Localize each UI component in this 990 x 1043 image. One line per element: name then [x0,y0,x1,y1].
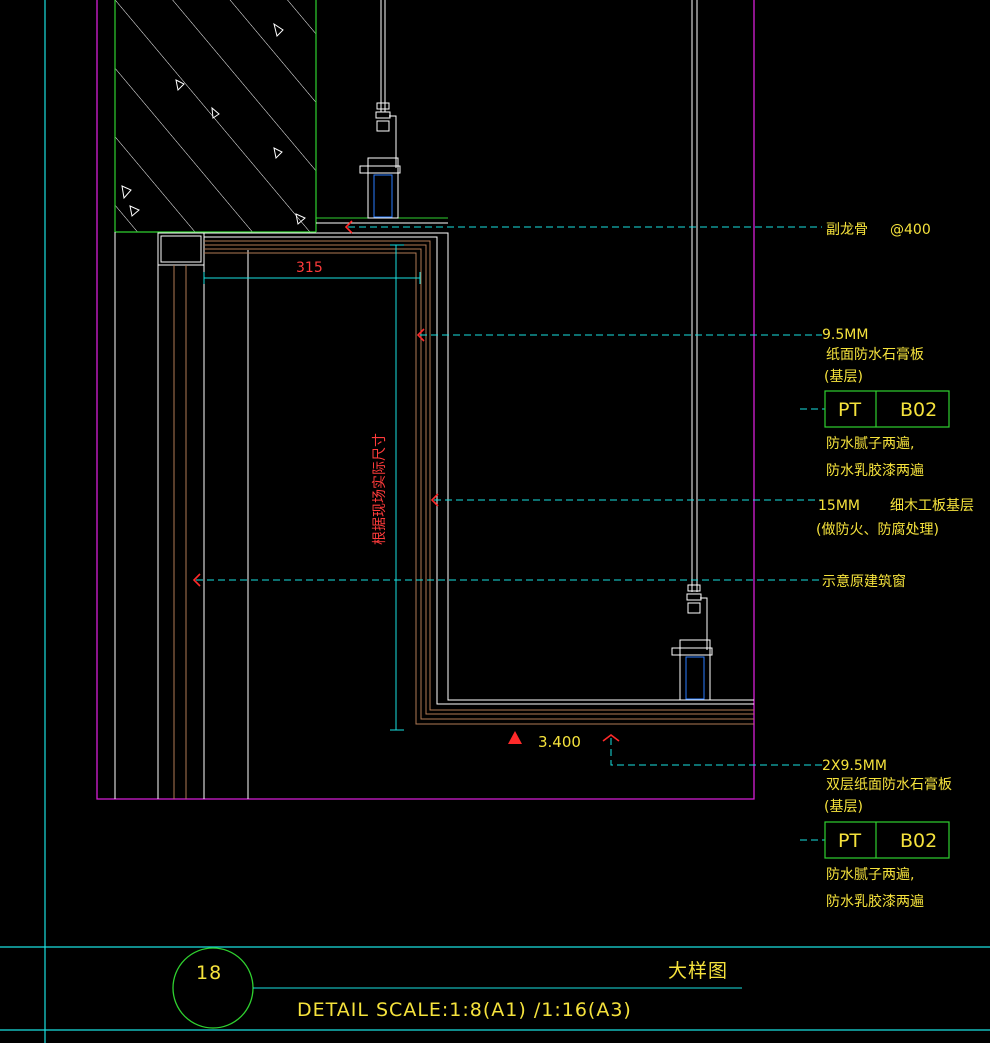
tag1-ref: B02 [900,399,937,421]
board1-thickness: 9.5MM [822,327,868,343]
detail-number-circle [172,947,254,1029]
board1-name: 纸面防水石膏板 [826,346,924,363]
tag1-code: PT [838,399,861,421]
tag2-code: PT [838,830,861,852]
board3-name: 双层纸面防水石膏板 [826,776,952,793]
finish1-line1: 防水腻子两遍, [826,436,914,452]
level-marker-icon [508,731,522,744]
hanger-bracket-upper [359,102,401,219]
detail-number: 18 [196,962,222,984]
hanger-rods [380,0,698,592]
leader-arrowheads [192,220,620,742]
detail-name: 大样图 [668,960,728,982]
board2-name: 细木工板基层 [890,497,974,514]
board2-thickness: 15MM [818,498,860,514]
board1-note: (基层) [824,368,863,385]
cad-drawing: 315 根据现场实际尺寸 3.400 副龙骨 @400 9.5MM 纸面防水石膏… [0,0,990,1043]
window-note: 示意原建筑窗 [822,573,906,590]
board2-note: (做防火、防腐处理) [816,521,939,538]
tag2-ref: B02 [900,830,937,852]
finish2-line1: 防水腻子两遍, [826,867,914,883]
dimension-vertical-label: 根据现场实际尺寸 [372,433,388,545]
secondary-joist-spacing: @400 [890,222,931,238]
board3-thickness: 2X9.5MM [822,758,887,774]
dimension-315-label: 315 [296,260,323,276]
dimension-vertical [390,244,404,731]
hanger-bracket-lower [671,584,713,701]
leader-lines [196,226,825,841]
finish1-line2: 防水乳胶漆两遍 [826,462,924,479]
detail-scale: DETAIL SCALE:1:8(A1) /1:16(A3) [297,999,632,1021]
window-frame [114,232,249,799]
board3-note: (基层) [824,798,863,815]
level-value: 3.400 [538,733,581,751]
finish2-line2: 防水乳胶漆两遍 [826,893,924,910]
secondary-joist-label: 副龙骨 [826,222,868,238]
